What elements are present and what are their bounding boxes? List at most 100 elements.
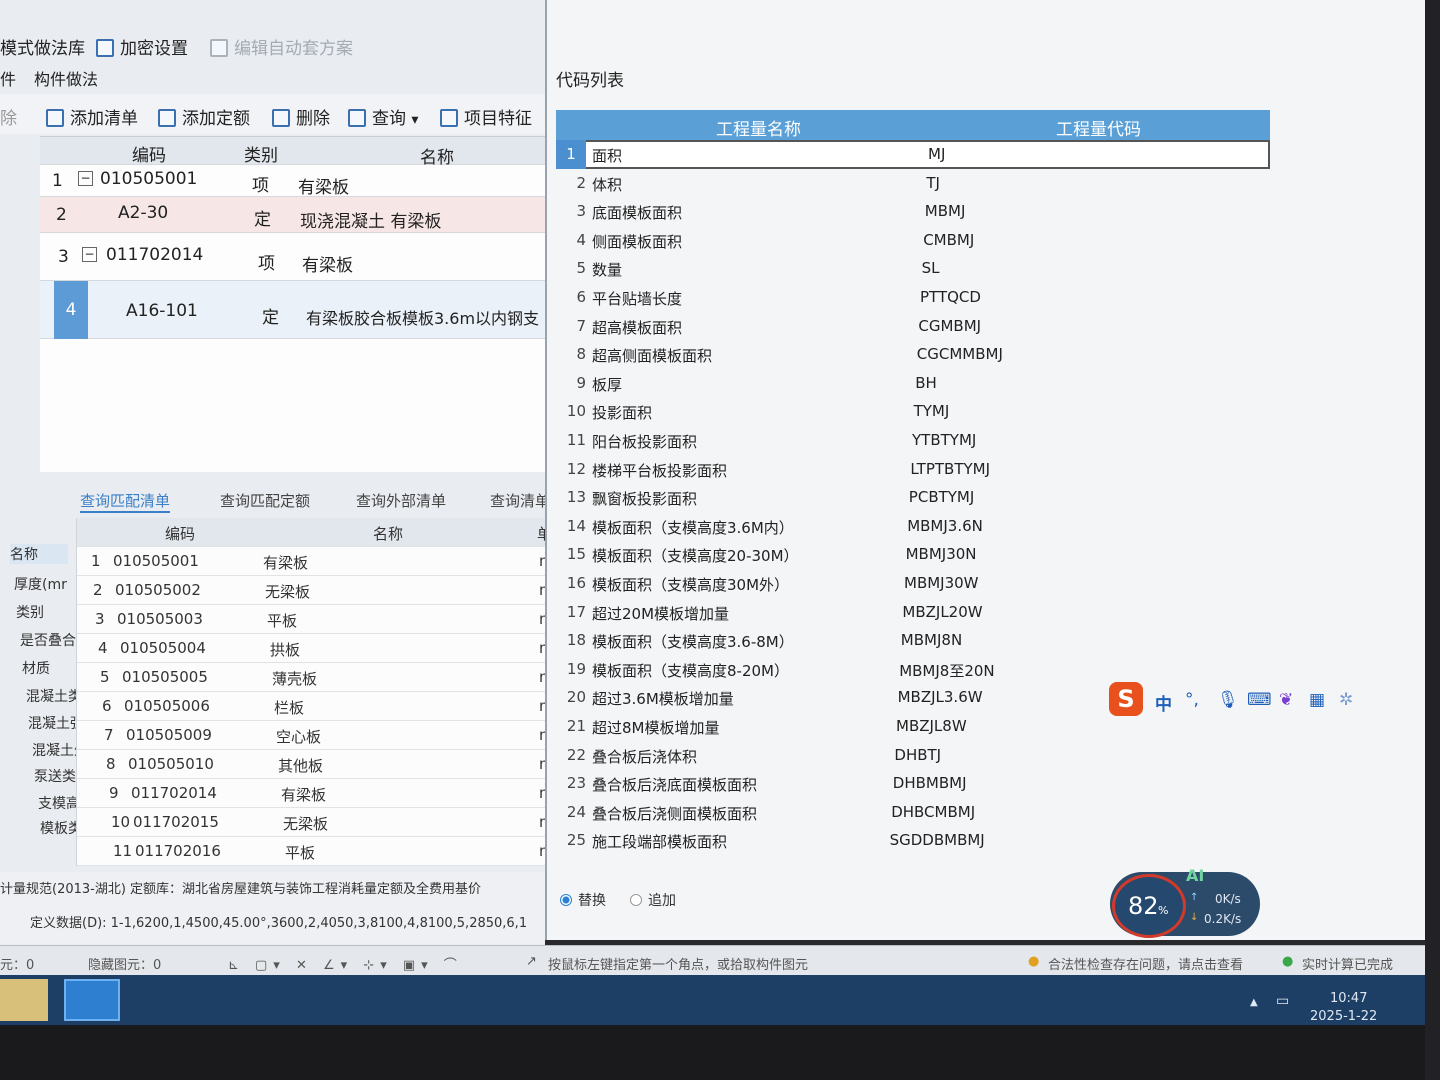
menu-encryption-settings[interactable]: 加密设置	[96, 34, 188, 59]
cell-code: 011702015	[133, 813, 219, 831]
code-row[interactable]: 15 模板面积（支模高度20-30M） MBMJ30N	[556, 540, 1270, 569]
snap-tool-icons[interactable]: ⊾ ▢▾ ✕ ∠▾ ⊹▾ ▣▾ ⌒	[228, 954, 463, 973]
radio-append[interactable]: 追加	[630, 890, 676, 910]
cell-code: 010505010	[128, 755, 214, 773]
hidden-element-count: 隐藏图元：0	[88, 958, 162, 973]
menu-mode-library[interactable]: 模式做法库	[0, 34, 85, 59]
code-row[interactable]: 10 投影面积 TYMJ	[556, 397, 1270, 426]
code-cell-name: 超高模板面积	[592, 318, 683, 337]
ime-mode-toggle[interactable]: 中	[1155, 690, 1172, 715]
tab-query-match-list[interactable]: 查询匹配清单	[80, 490, 171, 513]
code-row[interactable]: 12 楼梯平台板投影面积 LTPTBTYMJ	[556, 455, 1270, 484]
microphone-icon[interactable]: 🎙	[1217, 690, 1239, 710]
code-row[interactable]: 6 平台贴墙长度 PTTQCD	[556, 283, 1270, 312]
table-row[interactable]: 3010505003平板m	[77, 605, 545, 634]
table-row[interactable]: 9011702014有梁板m	[77, 779, 545, 808]
delete-button[interactable]: 删除	[272, 104, 330, 129]
code-cell-code: PTTQCD	[920, 288, 981, 306]
table-row[interactable]: 1010505001有梁板m	[77, 547, 545, 576]
tab-component[interactable]: 件	[0, 66, 16, 90]
settings-gear-icon[interactable]: ✲	[1339, 690, 1353, 710]
code-cell-num: 19	[566, 659, 586, 678]
property-label[interactable]: 类别	[16, 602, 44, 622]
code-cell-num: 21	[566, 717, 586, 735]
project-features-button[interactable]: 项目特征	[440, 104, 532, 129]
menu-edit-auto-scheme[interactable]: 编辑自动套方案	[210, 34, 353, 59]
skin-icon[interactable]: ❦	[1279, 690, 1293, 710]
code-row[interactable]: 24 叠合板后浇侧面模板面积 DHBCMBMJ	[556, 798, 1270, 827]
table-row[interactable]: 2 A2-30 定 现浇混凝土 有梁板	[40, 197, 545, 233]
code-cell-num: 9	[576, 373, 586, 392]
table-row[interactable]: 10011702015无梁板m	[77, 808, 545, 837]
property-label[interactable]: 混凝土类	[26, 686, 82, 706]
code-row[interactable]: 18 模板面积（支模高度3.6-8M） MBMJ8N	[556, 626, 1270, 655]
collapse-icon[interactable]: −	[82, 247, 97, 262]
code-row[interactable]: 11 阳台板投影面积 YTBTYMJ	[556, 426, 1270, 455]
table-row[interactable]: 8010505010其他板m	[77, 750, 545, 779]
table-row[interactable]: 6010505006栏板m	[77, 692, 545, 721]
sogou-logo-icon[interactable]: S	[1109, 682, 1143, 716]
code-row[interactable]: 13 飘窗板投影面积 PCBTYMJ	[556, 483, 1270, 512]
table-row[interactable]: 3 − 011702014 项 有梁板	[40, 233, 545, 281]
validity-warning[interactable]: 合法性检查存在问题，请点击查看	[1048, 954, 1243, 973]
code-row[interactable]: 17 超过20M模板增加量 MBZJL20W	[556, 598, 1270, 627]
code-row[interactable]: 8 超高侧面模板面积 CGCMMBMJ	[556, 340, 1270, 369]
cell-num: 11	[113, 842, 133, 860]
trash-icon	[272, 109, 290, 127]
glodon-app-icon[interactable]	[64, 979, 120, 1021]
method-grid-header: 编码 类别 名称	[40, 137, 545, 168]
code-row[interactable]: 7 超高模板面积 CGMBMJ	[556, 312, 1270, 341]
collapse-icon[interactable]: −	[78, 171, 93, 186]
clock-date[interactable]: 2025-1-22	[1310, 1009, 1377, 1024]
code-cell-num: 22	[566, 745, 586, 764]
radio-replace[interactable]: 替换	[560, 890, 606, 910]
tray-arrow-icon[interactable]: ▲	[1250, 997, 1258, 1008]
network-icon[interactable]: ▭	[1276, 993, 1289, 1009]
code-row[interactable]: 16 模板面积（支模高度30M外） MBMJ30W	[556, 569, 1270, 598]
code-row[interactable]: 3 底面模板面积 MBMJ	[556, 197, 1270, 226]
code-row[interactable]: 4 侧面模板面积 CMBMJ	[556, 226, 1270, 255]
toolbox-icon[interactable]: ▦	[1309, 690, 1325, 710]
code-row-selected[interactable]: 1 面积 MJ	[556, 140, 1270, 169]
punctuation-icon[interactable]: °,	[1185, 690, 1199, 710]
query-button[interactable]: 查询 ▾	[348, 104, 419, 129]
table-row-selected[interactable]: 4 A16-101 定 有梁板胶合板模板3.6m以内钢支	[40, 281, 545, 339]
tab-query-match-quota[interactable]: 查询匹配定额	[220, 490, 310, 511]
property-label[interactable]: 是否叠合	[20, 630, 76, 650]
clock-time[interactable]: 10:47	[1330, 991, 1367, 1006]
file-explorer-icon[interactable]	[0, 979, 48, 1021]
property-label[interactable]: 名称	[10, 544, 68, 564]
table-row[interactable]: 4010505004拱板m	[77, 634, 545, 663]
code-cell-name: 投影面积	[592, 404, 653, 423]
tab-query-list[interactable]: 查询清单	[490, 490, 545, 511]
component-method-panel: 模式做法库 加密设置 编辑自动套方案 件 构件做法 除 添加清单 添加定额 删除…	[0, 0, 545, 945]
code-cell-code: MBMJ3.6N	[907, 516, 983, 535]
property-label[interactable]: 厚度(mr	[14, 574, 67, 594]
edit-doc-icon	[210, 39, 228, 57]
code-cell-num: 4	[576, 230, 586, 249]
delete-partial-button[interactable]: 除	[0, 104, 17, 129]
add-list-button[interactable]: 添加清单	[46, 104, 138, 129]
code-cell-name: 模板面积（支模高度30M外）	[592, 576, 790, 594]
keyboard-icon[interactable]: ⌨	[1247, 690, 1272, 710]
table-row[interactable]: 7010505009空心板m	[77, 721, 545, 750]
code-row[interactable]: 9 板厚 BH	[556, 369, 1270, 398]
code-row[interactable]: 14 模板面积（支模高度3.6M内） MBMJ3.6N	[556, 512, 1270, 541]
code-cell-code: MBMJ	[924, 202, 966, 221]
tab-query-external-list[interactable]: 查询外部清单	[356, 490, 446, 511]
table-row[interactable]: 5010505005薄壳板m	[77, 663, 545, 692]
code-row[interactable]: 25 施工段端部模板面积 SGDDBMBMJ	[556, 826, 1270, 855]
code-cell-code: MBMJ30W	[904, 574, 979, 592]
tab-component-method[interactable]: 构件做法	[34, 66, 98, 90]
code-cell-name: 楼梯平台板投影面积	[592, 461, 728, 480]
code-row[interactable]: 22 叠合板后浇体积 DHBTJ	[556, 741, 1270, 770]
code-row[interactable]: 23 叠合板后浇底面模板面积 DHBMBMJ	[556, 769, 1270, 798]
property-label[interactable]: 材质	[22, 658, 50, 678]
table-row[interactable]: 11011702016平板m	[77, 837, 545, 866]
code-row[interactable]: 5 数量 SL	[556, 254, 1270, 283]
add-quota-button[interactable]: 添加定额	[158, 104, 250, 129]
table-row[interactable]: 1 − 010505001 项 有梁板	[40, 165, 545, 198]
code-row[interactable]: 2 体积 TJ	[556, 169, 1270, 198]
table-row[interactable]: 2010505002无梁板m	[77, 576, 545, 605]
code-cell-num: 15	[566, 545, 586, 564]
